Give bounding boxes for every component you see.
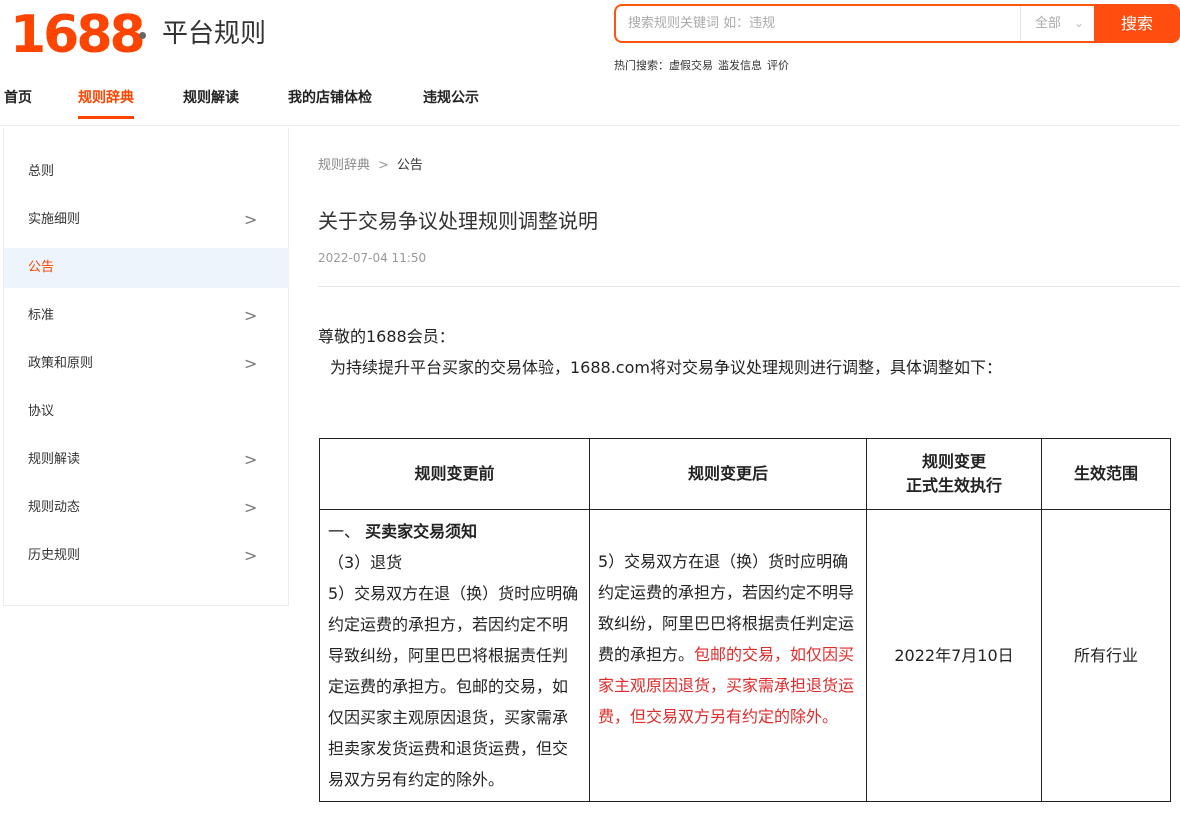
before-section-num: 一、 xyxy=(328,522,361,541)
chevron-right-icon: > xyxy=(244,354,258,373)
search-button[interactable]: 搜索 xyxy=(1094,4,1180,43)
breadcrumb-root[interactable]: 规则辞典 xyxy=(318,158,370,173)
intro-paragraph: 为持续提升平台买家的交易体验，1688.com将对交易争议处理规则进行调整，具体… xyxy=(330,358,1002,377)
sidebar-item-announcement[interactable]: 公告 xyxy=(4,248,289,288)
sidebar-item-policies[interactable]: 政策和原则 > xyxy=(4,344,289,384)
breadcrumb: 规则辞典 > 公告 xyxy=(318,154,423,173)
header-effective-line2: 正式生效执行 xyxy=(905,476,1002,495)
header-scope: 生效范围 xyxy=(1041,438,1171,510)
before-section-heading: 一、 买卖家交易须知 xyxy=(328,516,581,547)
search-box: 全部 ⌄ xyxy=(614,4,1094,43)
search-scope-select[interactable]: 全部 ⌄ xyxy=(1020,6,1094,41)
sidebar-item-label: 标准 xyxy=(28,308,55,323)
chevron-right-icon: > xyxy=(244,450,258,469)
logo[interactable]: 1688 xyxy=(10,4,146,66)
header-effective: 规则变更 正式生效执行 xyxy=(866,438,1042,510)
cell-effective-date: 2022年7月10日 xyxy=(866,509,1042,802)
header-effective-line1: 规则变更 xyxy=(921,452,986,471)
sidebar-item-label: 政策和原则 xyxy=(28,356,94,371)
search-scope-label: 全部 xyxy=(1035,16,1062,31)
hot-searches: 热门搜索：虚假交易 滥发信息 评价 xyxy=(614,57,794,73)
hot-search-term[interactable]: 评价 xyxy=(767,59,789,72)
header-before: 规则变更前 xyxy=(319,438,590,510)
nav-divider xyxy=(0,125,1180,126)
breadcrumb-separator: > xyxy=(378,158,389,173)
sidebar-item-history[interactable]: 历史规则 > xyxy=(4,536,289,576)
nav-item-store-checkup[interactable]: 我的店铺体检 xyxy=(288,84,372,112)
sidebar: 总则 实施细则 > 公告 标准 > 政策和原则 > 协议 规则解读 > 规则动态… xyxy=(3,128,289,606)
chevron-right-icon: > xyxy=(244,306,258,325)
divider xyxy=(318,286,1180,287)
cell-before: 一、 买卖家交易须知 （3）退货 5）交易双方在退（换）货时应明确约定运费的承担… xyxy=(319,509,590,802)
sidebar-item-label: 规则解读 xyxy=(28,452,81,467)
sidebar-item-standards[interactable]: 标准 > xyxy=(4,296,289,336)
sidebar-item-label: 规则动态 xyxy=(28,500,81,515)
before-section-title: 买卖家交易须知 xyxy=(365,522,478,541)
rule-change-table: 规则变更前 规则变更后 规则变更 正式生效执行 生效范围 一、 买卖家交易须知 … xyxy=(319,438,1171,802)
sidebar-item-label: 协议 xyxy=(28,404,55,419)
nav-item-home[interactable]: 首页 xyxy=(4,84,32,112)
hot-search-term[interactable]: 虚假交易 xyxy=(669,59,713,72)
table-row: 一、 买卖家交易须知 （3）退货 5）交易双方在退（换）货时应明确约定运费的承担… xyxy=(319,509,1171,802)
chevron-down-icon: ⌄ xyxy=(1073,16,1084,30)
sidebar-item-label: 实施细则 xyxy=(28,212,81,227)
before-subheading: （3）退货 xyxy=(328,553,403,572)
search-input[interactable] xyxy=(628,6,1008,41)
greeting: 尊敬的1688会员： xyxy=(318,327,455,346)
chevron-right-icon: > xyxy=(244,546,258,565)
chevron-right-icon: > xyxy=(244,498,258,517)
sidebar-item-label: 总则 xyxy=(28,164,55,179)
breadcrumb-current: 公告 xyxy=(396,158,423,173)
cell-scope: 所有行业 xyxy=(1041,509,1171,802)
nav-item-rule-dictionary[interactable]: 规则辞典 xyxy=(78,84,134,119)
sidebar-item-updates[interactable]: 规则动态 > xyxy=(4,488,289,528)
table-header-row: 规则变更前 规则变更后 规则变更 正式生效执行 生效范围 xyxy=(319,438,1171,510)
article-date: 2022-07-04 11:50 xyxy=(318,251,427,265)
hot-search-label: 热门搜索： xyxy=(614,59,669,72)
nav-item-rule-interpretation[interactable]: 规则解读 xyxy=(183,84,239,112)
article-title: 关于交易争议处理规则调整说明 xyxy=(318,209,598,233)
separator-dot xyxy=(139,32,146,39)
sidebar-item-implementation[interactable]: 实施细则 > xyxy=(4,200,289,240)
before-body: 5）交易双方在退（换）货时应明确约定运费的承担方，若因约定不明导致纠纷，阿里巴巴… xyxy=(328,584,579,789)
sidebar-item-general[interactable]: 总则 xyxy=(4,152,289,192)
sidebar-item-label: 公告 xyxy=(28,260,55,275)
site-title: 平台规则 xyxy=(162,19,267,49)
sidebar-item-interpretation[interactable]: 规则解读 > xyxy=(4,440,289,480)
cell-after: 5）交易双方在退（换）货时应明确约定运费的承担方，若因约定不明导致纠纷，阿里巴巴… xyxy=(589,509,867,802)
sidebar-item-label: 历史规则 xyxy=(28,548,81,563)
nav-item-violation-notice[interactable]: 违规公示 xyxy=(423,84,479,112)
hot-search-term[interactable]: 滥发信息 xyxy=(718,59,762,72)
chevron-right-icon: > xyxy=(244,210,258,229)
header-after: 规则变更后 xyxy=(589,438,867,510)
sidebar-item-agreements[interactable]: 协议 xyxy=(4,392,289,432)
